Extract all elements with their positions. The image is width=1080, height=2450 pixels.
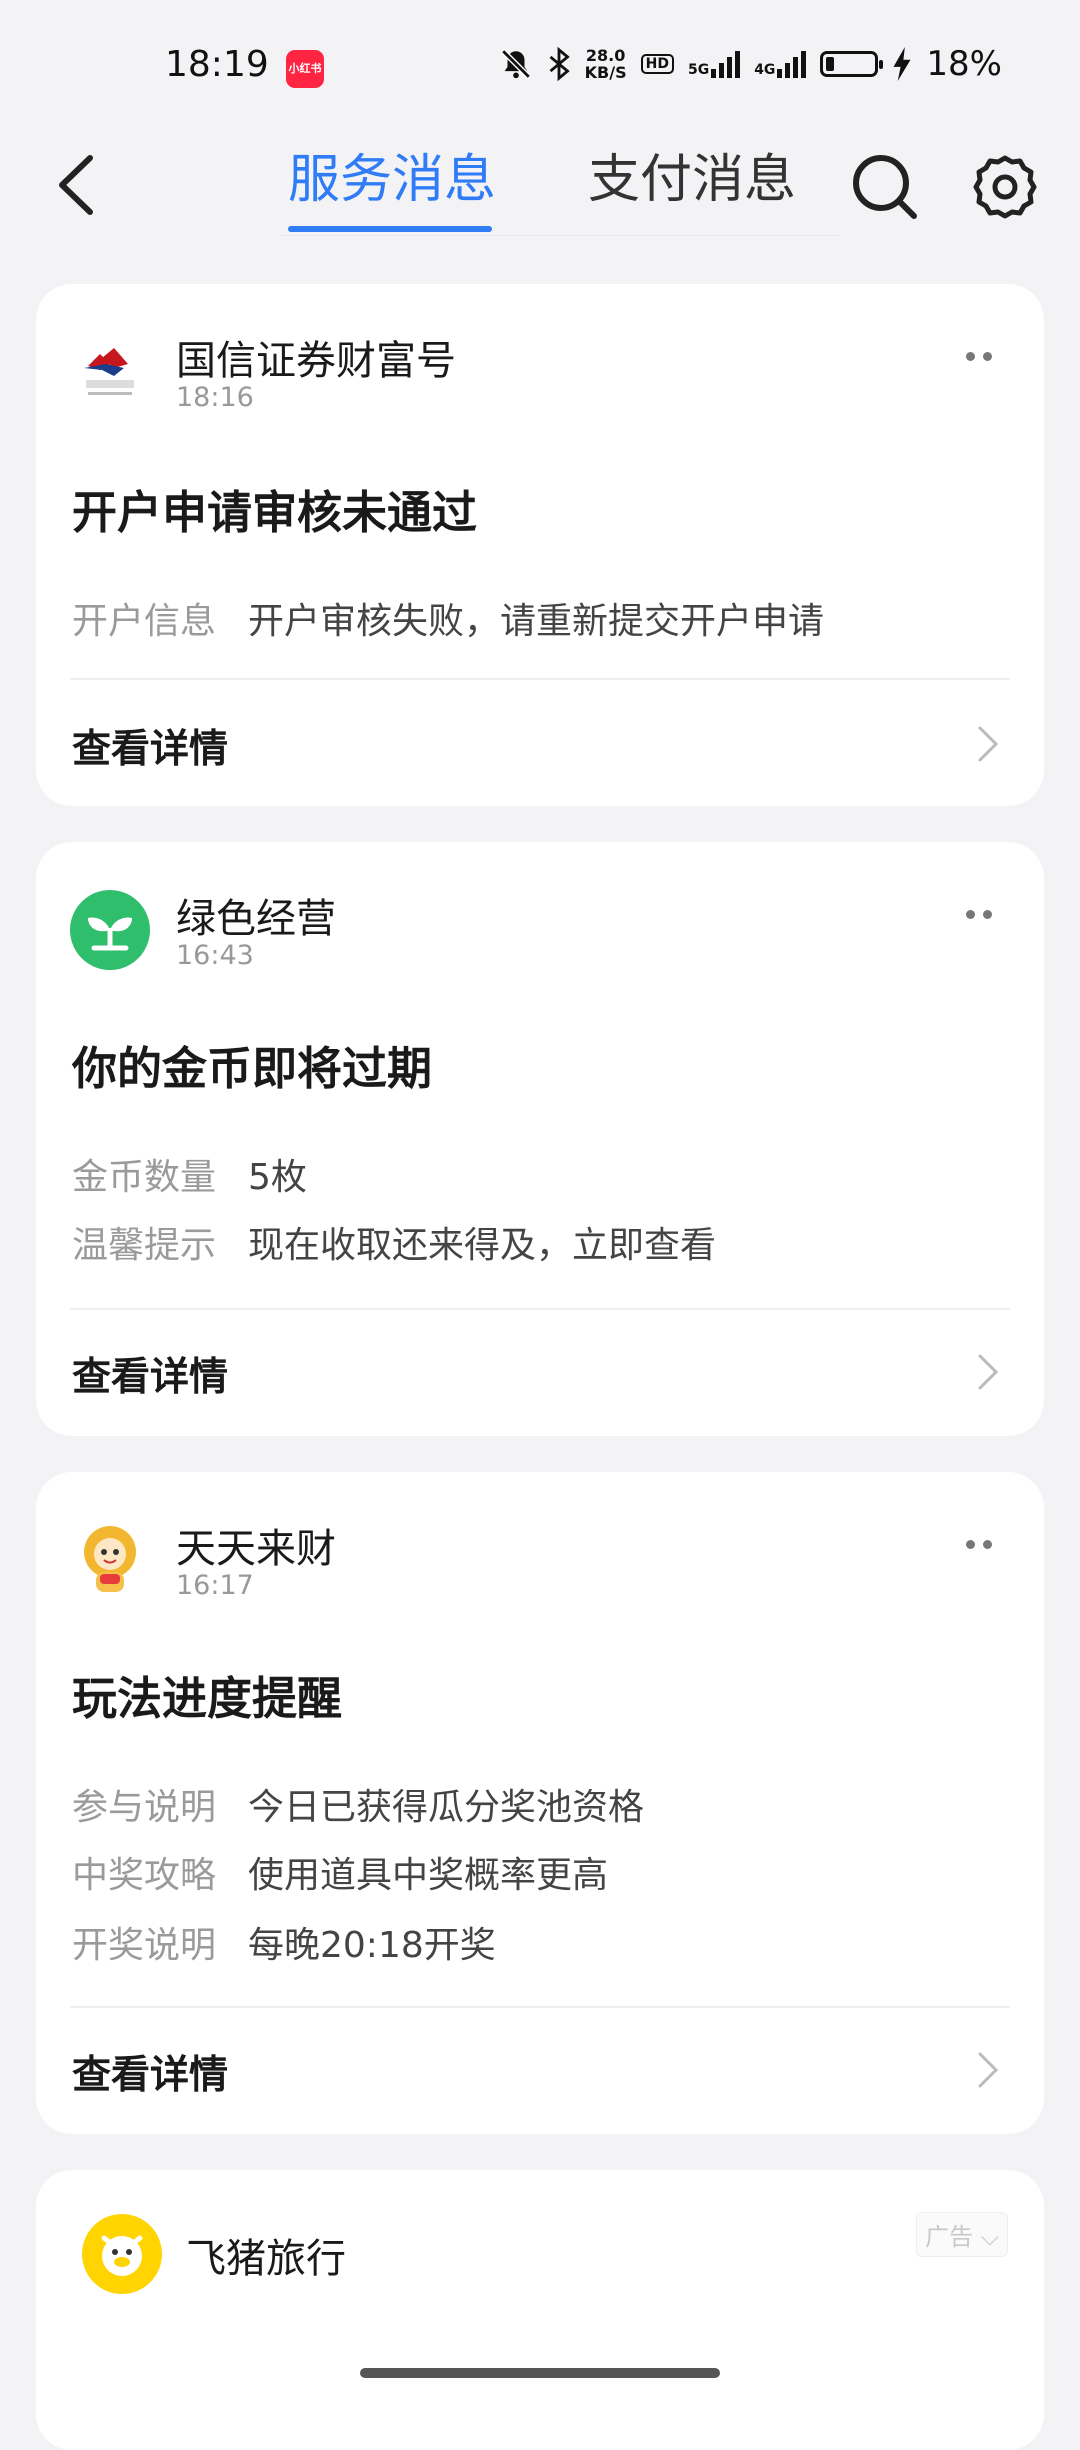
divider (70, 1308, 1010, 1310)
message-title: 玩法进度提醒 (72, 1672, 343, 1725)
view-details-link[interactable]: 查看详情 (72, 2044, 228, 2100)
divider (70, 678, 1010, 680)
status-bar: 18:19 小红书 28.0 KB/S HD 5G 4G 18% (0, 0, 1080, 130)
signal-4g-icon: 4G (754, 50, 807, 78)
chevron-right-icon (978, 1354, 999, 1390)
status-icons: 28.0 KB/S HD 5G 4G 18% (499, 44, 1002, 84)
chevron-right-icon (978, 2052, 999, 2088)
message-title: 开户申请审核未通过 (72, 486, 478, 539)
info-row: 中奖攻略 使用道具中奖概率更高 (72, 1855, 609, 1896)
chevron-right-icon (978, 726, 999, 762)
message-time: 18:16 (176, 382, 254, 413)
xiaohongshu-app-icon: 小红书 (286, 50, 324, 88)
signal-5g-icon: 5G (688, 50, 741, 78)
message-card[interactable]: 绿色经营 16:43 你的金币即将过期 金币数量 5枚 温馨提示 现在收取还来得及，… (36, 842, 1044, 1436)
message-time: 16:17 (176, 1570, 254, 1601)
view-details-link[interactable]: 查看详情 (72, 1346, 228, 1402)
search-icon[interactable] (850, 152, 920, 222)
tab-divider (280, 235, 840, 236)
mute-bell-icon (500, 49, 531, 79)
info-row: 温馨提示 现在收取还来得及，立即查看 (72, 1225, 717, 1266)
hd-voice-badge: HD (640, 54, 674, 74)
view-details-link[interactable]: 查看详情 (72, 718, 228, 774)
fliggy-pig-logo-icon (82, 2214, 162, 2294)
message-title: 你的金币即将过期 (72, 1042, 433, 1095)
back-chevron-icon[interactable] (48, 150, 108, 220)
ad-badge[interactable]: 广告 ⌵ (916, 2212, 1008, 2257)
more-dots-icon[interactable] (966, 352, 992, 361)
info-row: 开奖说明 每晚20:18开奖 (72, 1925, 496, 1966)
green-sprout-logo-icon (70, 890, 150, 970)
sender-name: 天天来财 (176, 1526, 336, 1572)
lion-mascot-logo-icon (70, 1520, 150, 1600)
message-card[interactable]: 国信证券财富号 18:16 开户申请审核未通过 开户信息 开户审核失败，请重新提交… (36, 284, 1044, 806)
message-card[interactable]: 天天来财 16:17 玩法进度提醒 参与说明 今日已获得瓜分奖池资格 中奖攻略 使用… (36, 1472, 1044, 2134)
active-tab-indicator (288, 226, 492, 232)
divider (70, 2006, 1010, 2008)
net-speed: 28.0 KB/S (584, 46, 627, 82)
status-time: 18:19 (165, 44, 269, 85)
gear-icon[interactable] (970, 152, 1040, 222)
info-row: 开户信息 开户审核失败，请重新提交开户申请 (72, 601, 825, 642)
bluetooth-icon (549, 47, 570, 81)
guosen-logo-icon (70, 332, 150, 412)
more-dots-icon[interactable] (966, 1540, 992, 1549)
battery-percent: 18% (926, 44, 1002, 84)
top-nav: 服务消息 支付消息 (0, 130, 1080, 240)
info-row: 参与说明 今日已获得瓜分奖池资格 (72, 1787, 645, 1828)
info-row: 金币数量 5枚 (72, 1157, 307, 1198)
ad-card[interactable]: 飞猪旅行 广告 ⌵ (36, 2170, 1044, 2450)
tab-payment-messages[interactable]: 支付消息 (588, 140, 796, 220)
sender-name: 国信证券财富号 (176, 338, 456, 384)
sender-name: 飞猪旅行 (186, 2236, 346, 2282)
message-time: 16:43 (176, 940, 254, 971)
home-indicator[interactable] (360, 2368, 720, 2378)
more-dots-icon[interactable] (966, 910, 992, 919)
battery-icon (820, 51, 884, 77)
tab-service-messages[interactable]: 服务消息 (288, 140, 496, 220)
sender-name: 绿色经营 (176, 896, 336, 942)
charging-icon (893, 47, 911, 81)
